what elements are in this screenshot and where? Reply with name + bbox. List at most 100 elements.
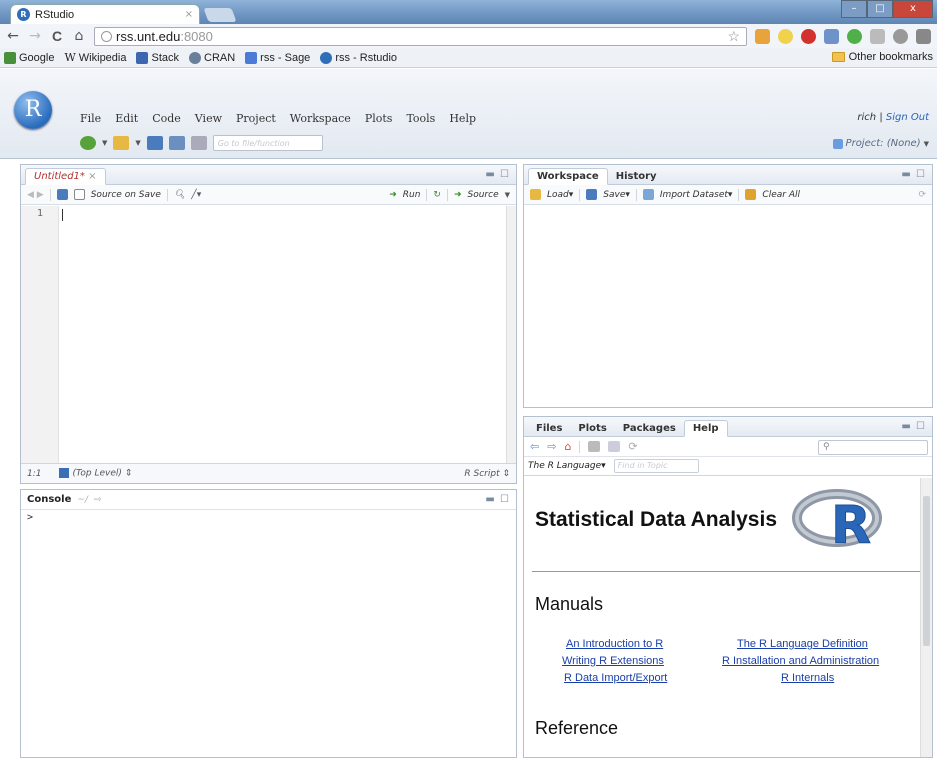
- bookmark-stack[interactable]: Stack: [136, 51, 179, 64]
- save-all-icon[interactable]: [168, 136, 185, 150]
- help-search-input[interactable]: ⚲: [818, 440, 928, 455]
- tab-workspace[interactable]: Workspace: [528, 168, 608, 185]
- menu-icon[interactable]: [870, 28, 885, 44]
- editor-toolbar: ◀ ▶ Source on Save 🔍︎ ╱▾ ➜ Run ↻ ➜ Sourc…: [21, 185, 516, 205]
- address-bar[interactable]: rss.unt.edu:8080 ☆: [94, 26, 747, 46]
- tab-history[interactable]: History: [608, 169, 665, 184]
- popout-icon[interactable]: [608, 441, 621, 452]
- menu-code[interactable]: Code: [152, 112, 181, 125]
- back-arrow-icon[interactable]: ←: [6, 28, 20, 44]
- bookmark-rss-rstudio[interactable]: rss - Rstudio: [320, 51, 397, 64]
- tab-files[interactable]: Files: [528, 421, 570, 436]
- menu-file[interactable]: File: [80, 112, 101, 125]
- goto-file-input[interactable]: Go to file/function: [212, 135, 323, 151]
- scope-selector[interactable]: (Top Level) ⇕: [59, 468, 132, 479]
- search-icon[interactable]: 🔍︎: [174, 190, 185, 200]
- bookmark-wikipedia[interactable]: W Wikipedia: [64, 51, 126, 64]
- bookmark-star-icon[interactable]: ☆: [727, 28, 740, 45]
- save-icon[interactable]: [56, 189, 68, 200]
- run-button[interactable]: Run: [403, 190, 421, 200]
- bookmark-google[interactable]: Google: [4, 51, 54, 64]
- chevron-down-icon[interactable]: ▼: [505, 191, 510, 199]
- pane-window-buttons[interactable]: ▬ ☐: [901, 169, 926, 180]
- close-icon[interactable]: ×: [88, 171, 96, 182]
- browser-tab-rstudio[interactable]: R RStudio ×: [10, 4, 200, 24]
- other-bookmarks[interactable]: Other bookmarks: [831, 51, 933, 63]
- google-icon: [4, 51, 16, 64]
- link-r-internals[interactable]: R Internals: [781, 672, 834, 684]
- menu-help[interactable]: Help: [449, 112, 476, 125]
- wrench-icon[interactable]: [916, 28, 931, 44]
- home-icon[interactable]: ⌂: [72, 28, 86, 44]
- help-scrollbar[interactable]: [920, 478, 932, 757]
- maximize-button[interactable]: □: [867, 0, 893, 18]
- print-icon[interactable]: [190, 136, 207, 150]
- file-type-selector[interactable]: R Script ⇕: [464, 469, 510, 479]
- chevron-down-icon[interactable]: ▼: [102, 139, 107, 147]
- console-prompt: >: [27, 512, 34, 523]
- new-file-icon[interactable]: [80, 136, 96, 150]
- pane-window-buttons[interactable]: ▬ ☐: [901, 421, 926, 432]
- link-installation-admin[interactable]: R Installation and Administration: [722, 655, 879, 667]
- source-on-save-checkbox[interactable]: [73, 189, 85, 200]
- back-arrow-icon[interactable]: ◀ ▶: [27, 190, 44, 200]
- minimize-button[interactable]: –: [841, 0, 867, 18]
- page-info-icon[interactable]: [101, 30, 112, 42]
- topic-selector[interactable]: The R Language▾: [528, 461, 606, 471]
- new-tab-button[interactable]: [203, 8, 237, 22]
- print-icon[interactable]: [588, 441, 601, 452]
- scroll-thumb[interactable]: [923, 496, 930, 646]
- link-data-import-export[interactable]: R Data Import/Export: [564, 672, 667, 684]
- pane-window-buttons[interactable]: ▬ ☐: [485, 169, 510, 180]
- link-writing-extensions[interactable]: Writing R Extensions: [562, 655, 664, 667]
- clear-all-button[interactable]: Clear All: [762, 190, 800, 200]
- open-file-icon[interactable]: [113, 136, 130, 150]
- import-dataset-button[interactable]: Import Dataset▾: [660, 190, 733, 200]
- load-button[interactable]: Load▾: [547, 190, 573, 200]
- rerun-icon[interactable]: ↻: [433, 190, 441, 200]
- bulb-icon[interactable]: [778, 28, 793, 44]
- editor-scrollbar[interactable]: [506, 206, 516, 463]
- code-editor-area[interactable]: [60, 206, 506, 463]
- forward-arrow-icon[interactable]: ⇨: [547, 440, 556, 453]
- chevron-down-icon[interactable]: ▼: [135, 139, 140, 147]
- close-window-button[interactable]: x: [893, 0, 933, 18]
- refresh-icon[interactable]: ⟳: [628, 440, 637, 453]
- tab-close-icon[interactable]: ×: [185, 9, 193, 20]
- tab-plots[interactable]: Plots: [570, 421, 614, 436]
- bookmark-cran[interactable]: CRAN: [189, 51, 235, 64]
- magic-wand-icon[interactable]: ╱▾: [191, 190, 201, 200]
- menu-workspace[interactable]: Workspace: [290, 112, 351, 125]
- link-intro-to-r[interactable]: An Introduction to R: [566, 638, 663, 650]
- sign-out-link[interactable]: Sign Out: [886, 112, 929, 123]
- menu-plots[interactable]: Plots: [365, 112, 393, 125]
- opera-icon[interactable]: [801, 28, 816, 44]
- extension-icon[interactable]: [847, 28, 862, 44]
- bookmark-rss-sage[interactable]: rss - Sage: [245, 51, 310, 64]
- refresh-icon[interactable]: ⟳: [918, 190, 926, 200]
- project-menu[interactable]: Project: (None) ▼: [832, 138, 929, 149]
- extension-icon[interactable]: [893, 28, 908, 44]
- tab-help[interactable]: Help: [683, 420, 728, 437]
- back-arrow-icon[interactable]: ⇦: [530, 440, 539, 453]
- extension-icon[interactable]: [824, 28, 839, 44]
- find-in-topic-input[interactable]: Find in Topic: [613, 459, 699, 473]
- save-button[interactable]: Save▾: [603, 190, 630, 200]
- go-to-directory-icon[interactable]: ⇨: [94, 495, 102, 505]
- home-icon[interactable]: ⌂: [564, 440, 571, 453]
- reload-icon[interactable]: C: [50, 28, 64, 44]
- console-input[interactable]: >: [21, 510, 516, 525]
- pane-window-buttons[interactable]: ▬ ☐: [485, 494, 510, 505]
- extension-icon[interactable]: [755, 28, 770, 44]
- forward-arrow-icon[interactable]: →: [28, 28, 42, 44]
- rstudio-logo: R: [14, 91, 52, 129]
- source-button[interactable]: Source: [468, 190, 499, 200]
- menu-view[interactable]: View: [195, 112, 222, 125]
- link-language-definition[interactable]: The R Language Definition: [737, 638, 868, 650]
- tab-packages[interactable]: Packages: [615, 421, 684, 436]
- menu-tools[interactable]: Tools: [406, 112, 435, 125]
- menu-project[interactable]: Project: [236, 112, 276, 125]
- save-icon[interactable]: [146, 136, 163, 150]
- menu-edit[interactable]: Edit: [115, 112, 138, 125]
- tab-untitled1[interactable]: Untitled1* ×: [25, 168, 106, 185]
